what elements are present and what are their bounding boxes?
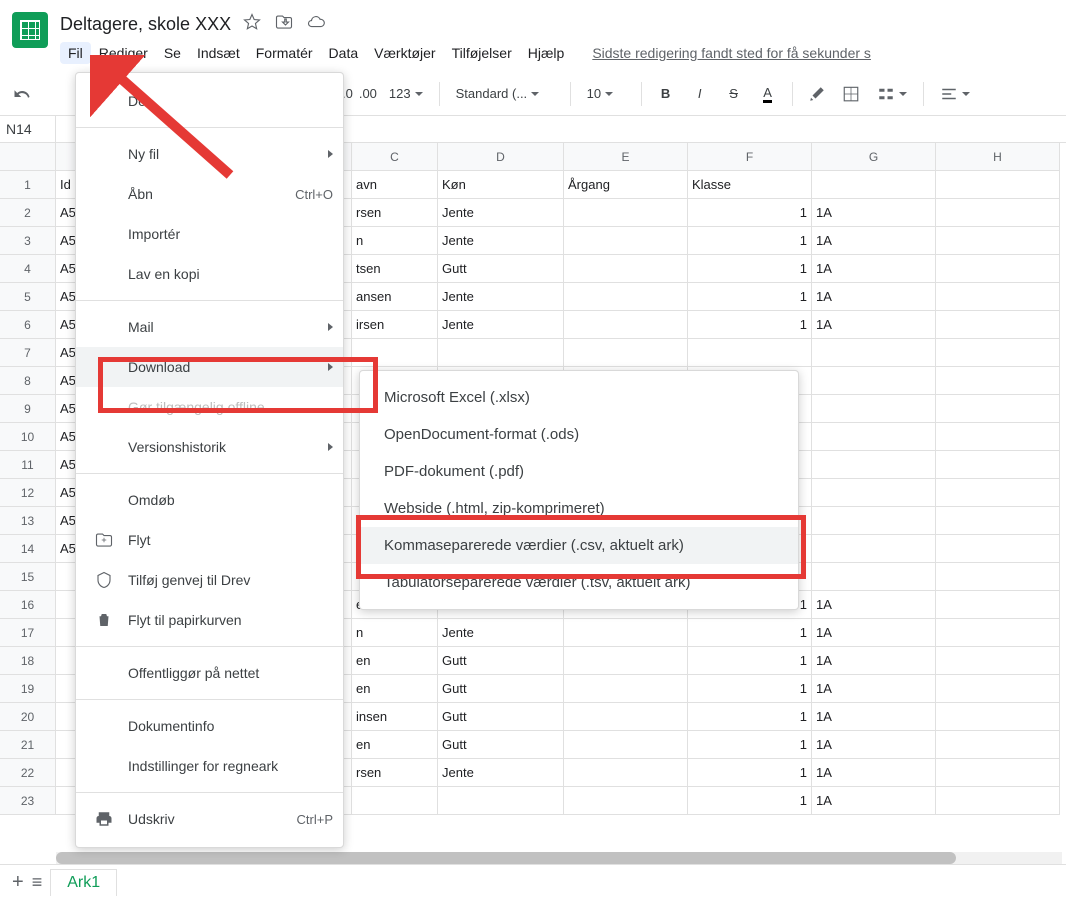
menu-copy[interactable]: Lav en kopi [76, 254, 343, 294]
fill-color-button[interactable] [803, 80, 831, 108]
menu-versions[interactable]: Versionshistorik [76, 427, 343, 467]
annotation-arrow [90, 55, 240, 185]
add-sheet-button[interactable]: + [12, 871, 24, 894]
menu-rename[interactable]: Omdøb [76, 480, 343, 520]
horizontal-scrollbar[interactable] [56, 852, 1062, 864]
download-submenu: Microsoft Excel (.xlsx) OpenDocument-for… [359, 370, 799, 610]
download-xlsx[interactable]: Microsoft Excel (.xlsx) [360, 379, 798, 416]
sheet-tab-1[interactable]: Ark1 [50, 869, 117, 896]
document-title[interactable]: Deltagere, skole XXX [60, 14, 231, 35]
menu-offline[interactable]: Gør tilgængelig offline [76, 387, 343, 427]
file-menu-dropdown: Del Ny fil ÅbnCtrl+O Importér Lav en kop… [75, 72, 344, 848]
menu-publish[interactable]: Offentliggør på nettet [76, 653, 343, 693]
text-color-button[interactable]: A [754, 80, 782, 108]
menu-add-shortcut[interactable]: Tilføj genvej til Drev [76, 560, 343, 600]
download-pdf[interactable]: PDF-dokument (.pdf) [360, 453, 798, 490]
halign-button[interactable] [934, 83, 976, 105]
download-tsv[interactable]: Tabulatorseparerede værdier (.tsv, aktue… [360, 564, 798, 601]
menu-trash[interactable]: Flyt til papirkurven [76, 600, 343, 640]
download-html[interactable]: Webside (.html, zip-komprimeret) [360, 490, 798, 527]
move-to-folder-icon[interactable] [275, 13, 293, 36]
italic-button[interactable]: I [686, 80, 714, 108]
decimal-increase-icon[interactable]: .00 [359, 86, 377, 101]
borders-button[interactable] [837, 80, 865, 108]
menu-format[interactable]: Formatér [248, 42, 321, 64]
bold-button[interactable]: B [652, 80, 680, 108]
undo-button[interactable] [8, 80, 36, 108]
download-ods[interactable]: OpenDocument-format (.ods) [360, 416, 798, 453]
all-sheets-button[interactable]: ≡ [32, 872, 43, 893]
font-combo[interactable]: Standard (... [450, 84, 560, 103]
menu-docinfo[interactable]: Dokumentinfo [76, 706, 343, 746]
menu-download[interactable]: Download [76, 347, 343, 387]
menu-tools[interactable]: Værktøjer [366, 42, 443, 64]
number-format-combo[interactable]: 123 [383, 84, 429, 103]
strikethrough-button[interactable]: S [720, 80, 748, 108]
sheet-tabs: + ≡ Ark1 [0, 864, 1066, 900]
menu-addons[interactable]: Tilføjelser [444, 42, 520, 64]
menu-print[interactable]: UdskrivCtrl+P [76, 799, 343, 839]
fontsize-combo[interactable]: 10 [581, 84, 631, 103]
sheets-logo[interactable] [12, 12, 52, 52]
menu-settings[interactable]: Indstillinger for regneark [76, 746, 343, 786]
menu-help[interactable]: Hjælp [520, 42, 573, 64]
menu-import[interactable]: Importér [76, 214, 343, 254]
name-box[interactable]: N14 [0, 116, 56, 142]
download-csv[interactable]: Kommaseparerede værdier (.csv, aktuelt a… [360, 527, 798, 564]
cloud-status-icon[interactable] [307, 13, 325, 36]
star-icon[interactable] [243, 13, 261, 36]
menu-data[interactable]: Data [321, 42, 367, 64]
menu-mail[interactable]: Mail [76, 307, 343, 347]
last-edit-link[interactable]: Sidste redigering fandt sted for få seku… [592, 45, 871, 61]
menu-move[interactable]: Flyt [76, 520, 343, 560]
menu-file[interactable]: Fil [60, 42, 91, 64]
merge-button[interactable] [871, 83, 913, 105]
